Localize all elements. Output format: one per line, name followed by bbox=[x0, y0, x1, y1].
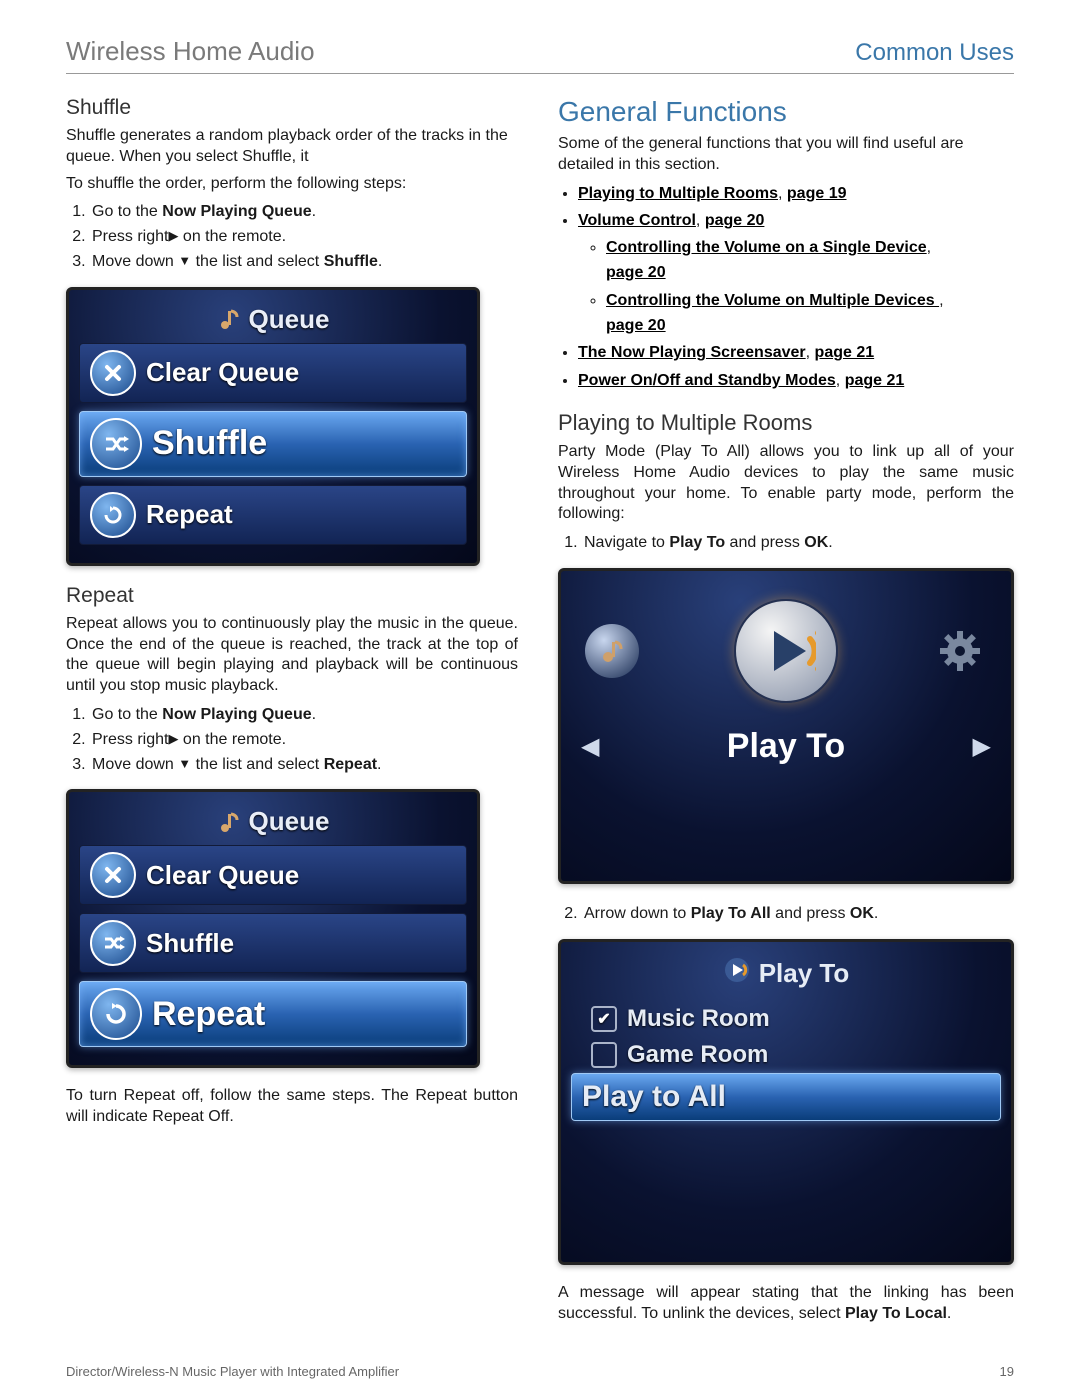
menu-item-label: Shuffle bbox=[146, 928, 234, 959]
queue-header: Queue bbox=[79, 300, 467, 343]
header-title-right: Common Uses bbox=[855, 39, 1014, 67]
toc-link[interactable]: Power On/Off and Standby Modes bbox=[578, 372, 836, 389]
footer-page-number: 19 bbox=[1000, 1364, 1014, 1379]
queue-screenshot-repeat: Queue Clear Queue Shuffle bbox=[66, 789, 480, 1068]
footer-product: Director/Wireless-N Music Player with In… bbox=[66, 1364, 399, 1379]
down-arrow-icon: ▼ bbox=[178, 251, 191, 271]
play-to-row-game-room[interactable]: Game Room bbox=[571, 1037, 1001, 1073]
left-arrow-icon[interactable]: ◀ bbox=[581, 732, 599, 761]
menu-item-repeat[interactable]: Repeat bbox=[79, 981, 467, 1047]
toc-link[interactable]: page 20 bbox=[705, 212, 765, 229]
down-arrow-icon: ▼ bbox=[178, 754, 191, 774]
general-functions-heading: General Functions bbox=[558, 96, 1014, 128]
play-icon[interactable] bbox=[734, 599, 838, 703]
ptmr-heading: Playing to Multiple Rooms bbox=[558, 410, 1014, 436]
x-icon bbox=[90, 852, 136, 898]
music-note-icon bbox=[217, 810, 241, 834]
repeat-icon bbox=[90, 492, 136, 538]
menu-item-repeat[interactable]: Repeat bbox=[79, 485, 467, 545]
play-to-row-label: Game Room bbox=[627, 1041, 768, 1069]
right-arrow-icon: ▶ bbox=[168, 226, 178, 246]
music-note-icon bbox=[585, 624, 639, 678]
queue-title: Queue bbox=[249, 304, 330, 335]
toc-item: Playing to Multiple Rooms, page 19 bbox=[578, 182, 1014, 207]
page-footer: Director/Wireless-N Music Player with In… bbox=[66, 1364, 1014, 1379]
ptmr-steps-b: Arrow down to Play To All and press OK. bbox=[558, 902, 1014, 927]
play-to-row-label: Play to All bbox=[582, 1080, 726, 1114]
checkbox-unchecked-icon bbox=[591, 1042, 617, 1068]
repeat-intro: Repeat allows you to continuously play t… bbox=[66, 614, 518, 697]
toc-item: The Now Playing Screensaver, page 21 bbox=[578, 341, 1014, 366]
right-arrow-icon: ▶ bbox=[168, 729, 178, 749]
play-to-row-play-to-all[interactable]: Play to All bbox=[571, 1073, 1001, 1121]
shuffle-icon bbox=[90, 418, 142, 470]
toc-link[interactable]: page 19 bbox=[787, 185, 847, 202]
menu-item-label: Clear Queue bbox=[146, 860, 299, 891]
play-to-screenshot: ◀ Play To ▶ bbox=[558, 568, 1014, 884]
ptmr-closing: A message will appear stating that the l… bbox=[558, 1283, 1014, 1325]
menu-item-label: Clear Queue bbox=[146, 357, 299, 388]
menu-item-clear-queue[interactable]: Clear Queue bbox=[79, 343, 467, 403]
shuffle-icon bbox=[90, 920, 136, 966]
play-to-list-screenshot: Play To ✔ Music Room Game Room Play to A… bbox=[558, 939, 1014, 1265]
ptmr-step-1: Navigate to Play To and press OK. bbox=[582, 531, 1014, 556]
shuffle-heading: Shuffle bbox=[66, 96, 518, 120]
menu-item-shuffle[interactable]: Shuffle bbox=[79, 411, 467, 477]
repeat-off-note: To turn Repeat off, follow the same step… bbox=[66, 1086, 518, 1128]
repeat-step-3: Move down ▼ the list and select Repeat. bbox=[90, 753, 518, 778]
play-to-label: Play To bbox=[599, 727, 972, 766]
menu-item-label: Shuffle bbox=[152, 424, 267, 463]
repeat-step-1: Go to the Now Playing Queue. bbox=[90, 703, 518, 728]
toc-link[interactable]: Playing to Multiple Rooms bbox=[578, 185, 778, 202]
gear-icon bbox=[933, 624, 987, 678]
checkbox-checked-icon: ✔ bbox=[591, 1006, 617, 1032]
shuffle-intro: Shuffle generates a random playback orde… bbox=[66, 126, 518, 168]
menu-item-label: Repeat bbox=[152, 995, 265, 1034]
menu-item-shuffle[interactable]: Shuffle bbox=[79, 913, 467, 973]
repeat-steps: Go to the Now Playing Queue. Press right… bbox=[66, 703, 518, 777]
repeat-heading: Repeat bbox=[66, 584, 518, 608]
general-functions-intro: Some of the general functions that you w… bbox=[558, 134, 1014, 176]
repeat-icon bbox=[90, 988, 142, 1040]
shuffle-lead: To shuffle the order, perform the follow… bbox=[66, 174, 518, 195]
shuffle-steps: Go to the Now Playing Queue. Press right… bbox=[66, 200, 518, 274]
toc-link[interactable]: Controlling the Volume on Multiple Devic… bbox=[606, 292, 939, 309]
queue-title: Queue bbox=[249, 806, 330, 837]
page-header: Wireless Home Audio Common Uses bbox=[66, 36, 1014, 74]
toc-subitem: Controlling the Volume on a Single Devic… bbox=[606, 236, 1014, 286]
shuffle-step-3: Move down ▼ the list and select Shuffle. bbox=[90, 250, 518, 275]
queue-header: Queue bbox=[79, 802, 467, 845]
ptmr-steps-a: Navigate to Play To and press OK. bbox=[558, 531, 1014, 556]
toc-subitem: Controlling the Volume on Multiple Devic… bbox=[606, 289, 1014, 339]
queue-screenshot-shuffle: Queue Clear Queue Shuffle bbox=[66, 287, 480, 566]
ptmr-intro: Party Mode (Play To All) allows you to l… bbox=[558, 442, 1014, 525]
shuffle-step-2: Press right▶ on the remote. bbox=[90, 225, 518, 250]
menu-item-label: Repeat bbox=[146, 499, 233, 530]
toc-link[interactable]: The Now Playing Screensaver bbox=[578, 344, 806, 361]
toc-link[interactable]: page 20 bbox=[606, 264, 666, 281]
menu-item-clear-queue[interactable]: Clear Queue bbox=[79, 845, 467, 905]
toc-link[interactable]: page 21 bbox=[815, 344, 875, 361]
toc-link[interactable]: Controlling the Volume on a Single Devic… bbox=[606, 239, 927, 256]
music-note-icon bbox=[217, 307, 241, 331]
header-title-left: Wireless Home Audio bbox=[66, 36, 315, 67]
toc-link[interactable]: page 20 bbox=[606, 317, 666, 334]
toc-item: Volume Control, page 20 Controlling the … bbox=[578, 209, 1014, 338]
right-arrow-icon[interactable]: ▶ bbox=[973, 732, 991, 761]
shuffle-step-1: Go to the Now Playing Queue. bbox=[90, 200, 518, 225]
play-to-row-music-room[interactable]: ✔ Music Room bbox=[571, 1001, 1001, 1037]
toc-item: Power On/Off and Standby Modes, page 21 bbox=[578, 369, 1014, 394]
toc-link[interactable]: page 21 bbox=[845, 372, 905, 389]
general-functions-toc: Playing to Multiple Rooms, page 19 Volum… bbox=[558, 182, 1014, 394]
toc-link[interactable]: Volume Control bbox=[578, 212, 696, 229]
repeat-step-2: Press right▶ on the remote. bbox=[90, 728, 518, 753]
ptmr-step-2: Arrow down to Play To All and press OK. bbox=[582, 902, 1014, 927]
x-icon bbox=[90, 350, 136, 396]
play-to-row-label: Music Room bbox=[627, 1005, 770, 1033]
play-icon bbox=[723, 956, 751, 991]
play-to-list-title: Play To bbox=[571, 952, 1001, 1001]
